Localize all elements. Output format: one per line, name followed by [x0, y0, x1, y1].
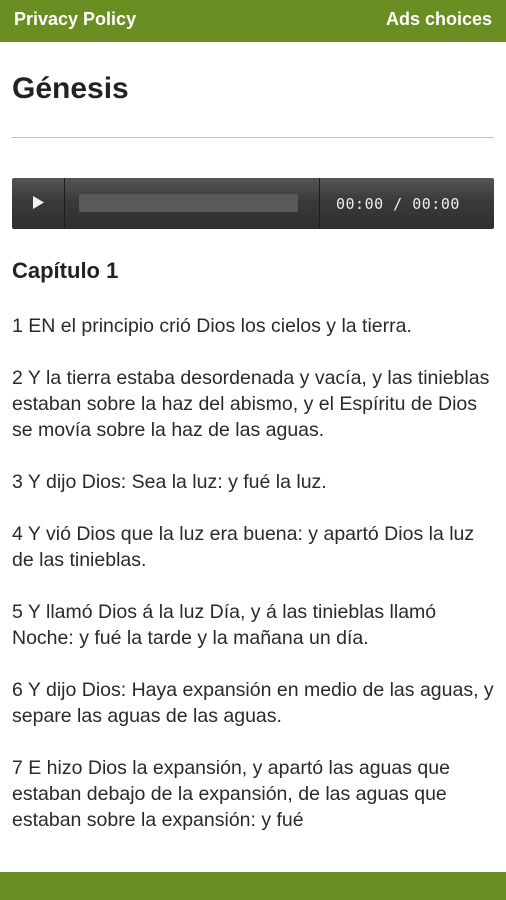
chapter-title: Capítulo 1 [12, 258, 119, 283]
verse-1: 1 EN el principio crió Dios los cielos y… [12, 315, 412, 337]
privacy-policy-link[interactable]: Privacy Policy [14, 9, 136, 30]
verse-4: 4 Y vió Dios que la luz era buena: y apa… [12, 523, 475, 571]
progress-bar[interactable] [79, 194, 298, 212]
time-display: 00:00 / 00:00 [336, 195, 460, 213]
verse-5: 5 Y llamó Dios á la luz Día, y á las tin… [12, 601, 437, 649]
verse-7: 7 E hizo Dios la expansión, y apartó las… [12, 757, 450, 831]
verse-3: 3 Y dijo Dios: Sea la luz: y fué la luz. [12, 471, 327, 493]
audio-player: 00:00 / 00:00 [12, 178, 494, 229]
verse-list: 1 EN el principio crió Dios los cielos y… [12, 313, 494, 873]
play-button[interactable] [12, 178, 65, 229]
bottom-bar [0, 872, 506, 900]
page-title: Génesis [12, 72, 129, 105]
progress-section [65, 178, 320, 229]
verse-6: 6 Y dijo Dios: Haya expansión en medio d… [12, 679, 494, 727]
top-bar: Privacy Policy Ads choices [0, 0, 506, 42]
ads-choices-link[interactable]: Ads choices [386, 9, 492, 30]
play-icon [33, 196, 44, 209]
verse-2: 2 Y la tierra estaba desordenada y vacía… [12, 367, 490, 441]
divider [12, 137, 494, 138]
